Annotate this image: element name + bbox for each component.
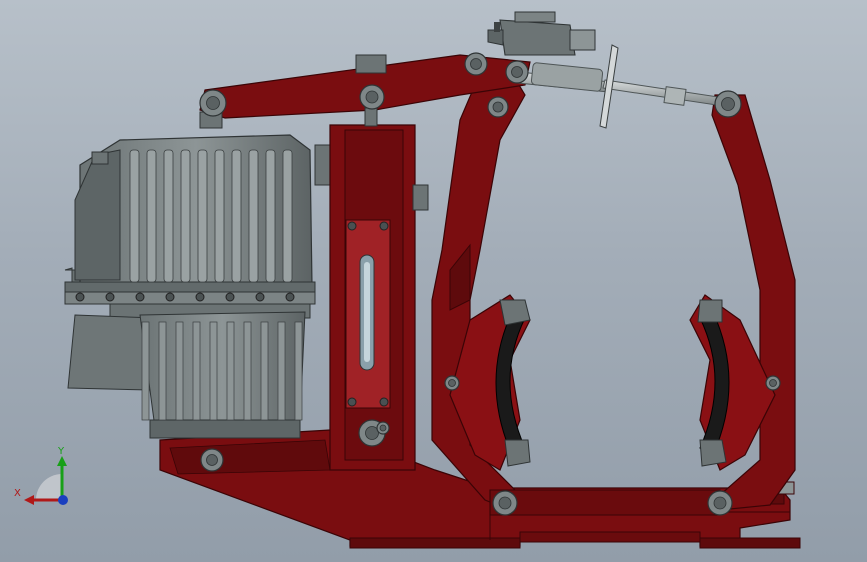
flange-bolt [135, 292, 145, 302]
motor-fin-upper [282, 149, 293, 283]
flange-bolt [165, 292, 175, 302]
motor-fin-lower [243, 321, 252, 421]
motor-fin-lower [260, 321, 269, 421]
motor-fin-upper [214, 149, 225, 283]
motor-fin-lower [294, 321, 303, 421]
motor-fin-lower [141, 321, 150, 421]
adjusting-rod [517, 44, 726, 129]
motor-fin-upper [231, 149, 242, 283]
axis-triad: Y X [14, 446, 68, 505]
brake-assembly-model[interactable]: Y X [0, 0, 867, 562]
motor-fin-upper [180, 149, 191, 283]
flange-bolt [225, 292, 235, 302]
tie-bar [489, 489, 721, 516]
motor-fin-upper [163, 149, 174, 283]
pivot-pin-center [713, 496, 727, 510]
pivot-pin-center [511, 66, 523, 78]
pivot-pin-center [769, 379, 777, 387]
y-axis-label: Y [57, 446, 65, 457]
x-axis-arrow-icon [24, 495, 34, 505]
pivot-pin-center [721, 97, 735, 111]
cad-viewport[interactable]: Y X [0, 0, 867, 562]
motor-fin-upper [146, 149, 157, 283]
pivot-pin-center [206, 96, 220, 110]
pivot-pin-center [492, 101, 504, 113]
pivot-pin-center [365, 90, 379, 104]
flange-bolt [105, 292, 115, 302]
motor-fin-lower [277, 321, 286, 421]
motor-fin-lower [226, 321, 235, 421]
pivot-pin-center [498, 496, 512, 510]
sight-glass-screw [347, 221, 357, 231]
motor-fin-upper [129, 149, 140, 283]
flange-bolt [255, 292, 265, 302]
z-axis-dot-icon [58, 495, 68, 505]
pivot-pin-center [206, 454, 218, 466]
sight-glass-screw [379, 397, 389, 407]
sight-glass-screw [347, 397, 357, 407]
flange-bolt [195, 292, 205, 302]
flange-bolt [75, 292, 85, 302]
central-column [314, 124, 429, 471]
motor-fin-lower [175, 321, 184, 421]
y-axis-arrow-icon [57, 456, 67, 466]
limit-switch [487, 11, 596, 56]
pivot-pin-center [379, 424, 387, 432]
motor-fin-lower [192, 321, 201, 421]
motor-fin-upper [248, 149, 259, 283]
flange-bolt [285, 292, 295, 302]
pivot-pin-center [470, 58, 482, 70]
motor-fin-upper [197, 149, 208, 283]
motor-fin-lower [209, 321, 218, 421]
sight-glass-screw [379, 221, 389, 231]
x-axis-label: X [14, 488, 21, 499]
pivot-pin-center [448, 379, 456, 387]
motor-fin-lower [158, 321, 167, 421]
motor-fin-upper [265, 149, 276, 283]
